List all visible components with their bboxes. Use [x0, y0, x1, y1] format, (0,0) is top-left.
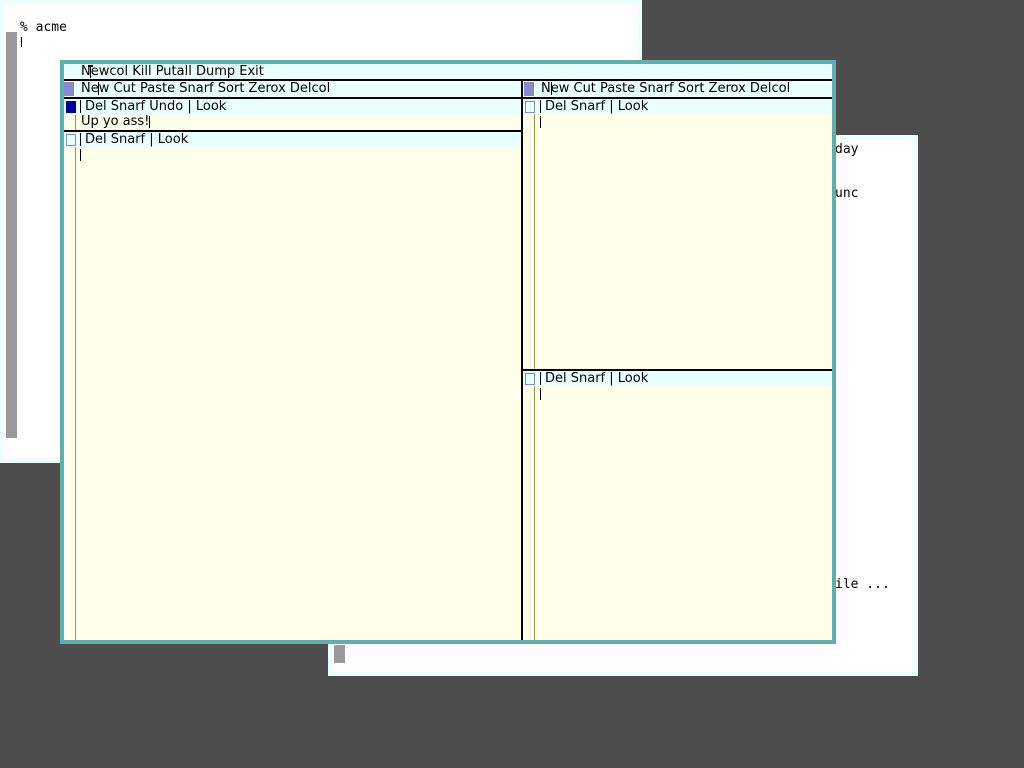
window-1-body-text[interactable]: Up yo ass!	[81, 114, 149, 130]
column-1-handle[interactable]	[64, 82, 74, 96]
window-clean-box[interactable]	[525, 373, 535, 385]
rio-scrollbar[interactable]	[6, 32, 17, 438]
window-1-tag-commands[interactable]: Del Snarf Undo | Look	[85, 99, 226, 115]
text-cursor	[149, 116, 150, 128]
tag-cursor	[551, 82, 552, 95]
text-cursor	[540, 388, 541, 400]
column-1-tag-commands[interactable]: New Cut Paste Snarf Sort Zerox Delcol	[81, 81, 330, 97]
window-1-scrollbar[interactable]	[64, 115, 76, 130]
tag-cursor	[540, 372, 541, 385]
rio-scrollbar[interactable]	[334, 645, 345, 663]
text-cursor	[540, 116, 541, 128]
tag-cursor	[80, 100, 81, 113]
tag-cursor	[540, 100, 541, 113]
column-2-handle[interactable]	[524, 82, 534, 96]
column-2-window-2-scrollbar[interactable]	[523, 386, 535, 640]
text-cursor	[21, 37, 22, 47]
column-2-tag-commands[interactable]: New Cut Paste Snarf Sort Zerox Delcol	[541, 81, 790, 97]
column-2-window-1-tag-commands[interactable]: Del Snarf | Look	[545, 99, 648, 115]
shell-prompt-line: % acme	[20, 20, 67, 35]
tag-cursor	[98, 82, 99, 95]
text-fragment: ile ...	[835, 577, 890, 592]
window-dirty-box[interactable]	[66, 101, 76, 113]
acme-window[interactable]: Newcol Kill Putall Dump Exit New Cut Pas…	[60, 60, 836, 644]
window-2-scrollbar[interactable]	[64, 147, 76, 640]
column-2-window-2-tag-commands[interactable]: Del Snarf | Look	[545, 371, 648, 387]
main-tag-commands[interactable]: Newcol Kill Putall Dump Exit	[81, 64, 264, 80]
text-fragment: day	[835, 142, 859, 157]
acme-client-area[interactable]: Newcol Kill Putall Dump Exit New Cut Pas…	[64, 64, 832, 640]
tag-cursor	[80, 133, 81, 146]
column-2-window-1-scrollbar[interactable]	[523, 114, 535, 369]
window-2-tag-commands[interactable]: Del Snarf | Look	[85, 132, 188, 148]
text-fragment: unc	[835, 186, 859, 201]
window-clean-box[interactable]	[525, 101, 535, 113]
window-clean-box[interactable]	[66, 134, 76, 146]
cursor-cap	[88, 65, 93, 67]
text-cursor	[80, 149, 81, 161]
